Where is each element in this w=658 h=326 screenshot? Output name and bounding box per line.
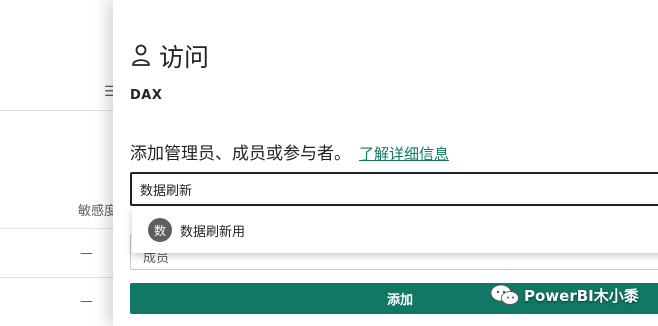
instruction-text: 添加管理员、成员或参与者。 了解详细信息 [130, 139, 449, 164]
avatar: 数 [148, 218, 172, 242]
watermark-text: PowerBI木小黍 [524, 286, 639, 305]
suggestion-item[interactable]: 数据刷新用 [180, 221, 245, 240]
access-panel: 访问 DAX 添加管理员、成员或参与者。了解详细信息 成员 数 数据刷新用 添加 [113, 0, 658, 326]
watermark: PowerBI木小黍 [490, 284, 639, 306]
table-cell: — [80, 246, 93, 261]
table-cell: — [80, 294, 93, 309]
learn-more-link[interactable]: 了解详细信息 [359, 145, 449, 163]
suggestion-dropdown: 数 数据刷新用 [132, 207, 658, 253]
wechat-icon [490, 284, 519, 305]
panel-header: 访问 [130, 38, 209, 74]
panel-title: 访问 [159, 43, 210, 72]
instruction-label: 添加管理员、成员或参与者。 [130, 144, 351, 164]
people-search-input[interactable] [132, 174, 658, 204]
column-header-sensitivity[interactable]: 敏感度 [78, 200, 117, 219]
people-search-box[interactable] [130, 172, 658, 206]
dataset-name: DAX [130, 88, 163, 103]
person-icon [132, 44, 150, 66]
